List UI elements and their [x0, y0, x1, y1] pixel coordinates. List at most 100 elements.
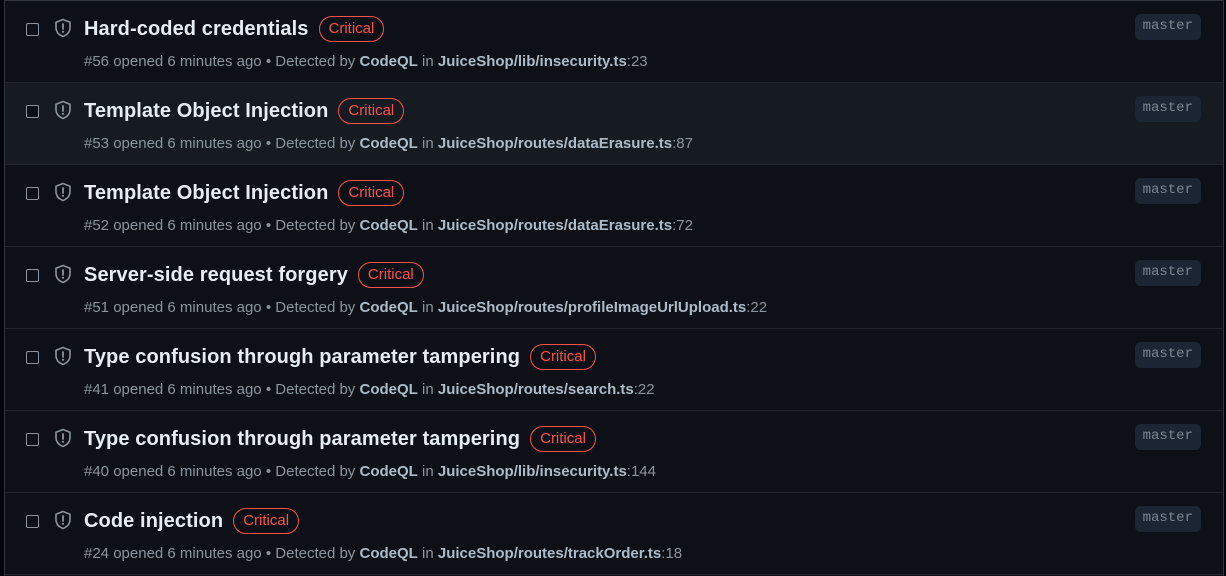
shield-icon [55, 510, 71, 530]
alert-title[interactable]: Server-side request forgery [84, 264, 348, 287]
file-path: JuiceShop/routes/dataErasure.ts [437, 135, 673, 152]
shield-icon [55, 182, 71, 202]
alert-row[interactable]: Type confusion through parameter tamperi… [5, 329, 1223, 411]
file-path-link[interactable]: JuiceShop/lib/insecurity.ts:23 [438, 53, 648, 70]
file-path-link[interactable]: JuiceShop/routes/dataErasure.ts:87 [438, 135, 693, 152]
alert-row[interactable]: Server-side request forgery Critical #51… [5, 247, 1223, 329]
alert-title[interactable]: Type confusion through parameter tamperi… [84, 346, 520, 369]
alert-meta: #56 opened 6 minutes ago • Detected by C… [84, 53, 648, 70]
file-line-number: :22 [746, 299, 768, 316]
alert-number: #53 [84, 135, 110, 152]
branch-label[interactable]: master [1134, 342, 1201, 368]
alert-checkbox[interactable] [26, 105, 39, 118]
alert-row[interactable]: Template Object Injection Critical #53 o… [5, 83, 1223, 165]
detected-by-label: Detected by [275, 299, 356, 316]
alert-meta: #41 opened 6 minutes ago • Detected by C… [84, 381, 655, 398]
alert-title-line: Template Object Injection Critical [84, 180, 405, 206]
tool-name[interactable]: CodeQL [359, 299, 417, 316]
alert-number: #56 [84, 53, 110, 70]
branch-label[interactable]: master [1134, 260, 1201, 286]
file-path: JuiceShop/routes/dataErasure.ts [437, 217, 673, 234]
file-path: JuiceShop/routes/trackOrder.ts [437, 545, 662, 562]
file-line-number: :144 [626, 463, 656, 480]
alert-opened: opened 6 minutes ago [113, 217, 262, 234]
meta-separator: • [265, 299, 272, 316]
alert-number: #51 [84, 299, 110, 316]
in-label: in [422, 299, 434, 316]
alert-checkbox[interactable] [26, 269, 39, 282]
alert-meta: #51 opened 6 minutes ago • Detected by C… [84, 299, 767, 316]
alert-number: #41 [84, 381, 110, 398]
alert-row[interactable]: Type confusion through parameter tamperi… [5, 411, 1223, 493]
severity-badge: Critical [233, 508, 300, 534]
alert-checkbox[interactable] [26, 23, 39, 36]
branch-label[interactable]: master [1134, 178, 1201, 204]
detected-by-label: Detected by [275, 463, 356, 480]
tool-name[interactable]: CodeQL [359, 381, 417, 398]
in-label: in [422, 217, 434, 234]
severity-badge: Critical [357, 262, 424, 288]
file-path: JuiceShop/routes/profileImageUrlUpload.t… [437, 299, 747, 316]
alert-row[interactable]: Hard-coded credentials Critical #56 open… [5, 1, 1223, 83]
alert-title[interactable]: Template Object Injection [84, 182, 328, 205]
alert-number: #40 [84, 463, 110, 480]
alert-title[interactable]: Code injection [84, 510, 223, 533]
file-line-number: :72 [672, 217, 693, 234]
alert-list: Hard-coded credentials Critical #56 open… [4, 0, 1224, 576]
detected-by-label: Detected by [275, 217, 356, 234]
detected-by-label: Detected by [275, 135, 356, 152]
alert-number: #52 [84, 217, 110, 234]
in-label: in [422, 381, 434, 398]
tool-name[interactable]: CodeQL [359, 135, 417, 152]
detected-by-label: Detected by [275, 381, 356, 398]
file-path-link[interactable]: JuiceShop/routes/search.ts:22 [438, 381, 655, 398]
alert-meta: #24 opened 6 minutes ago • Detected by C… [84, 545, 682, 562]
file-path-link[interactable]: JuiceShop/routes/trackOrder.ts:18 [438, 545, 682, 562]
alert-title-line: Code injection Critical [84, 508, 300, 534]
file-path: JuiceShop/lib/insecurity.ts [437, 463, 627, 480]
alert-row[interactable]: Code injection Critical #24 opened 6 min… [5, 493, 1223, 575]
file-path-link[interactable]: JuiceShop/lib/insecurity.ts:144 [438, 463, 656, 480]
alert-title[interactable]: Hard-coded credentials [84, 18, 309, 41]
tool-name[interactable]: CodeQL [359, 545, 417, 562]
shield-icon [55, 18, 71, 38]
alert-row[interactable]: Template Object Injection Critical #52 o… [5, 165, 1223, 247]
alert-title[interactable]: Type confusion through parameter tamperi… [84, 428, 520, 451]
alert-checkbox[interactable] [26, 433, 39, 446]
file-line-number: :22 [633, 381, 655, 398]
file-path-link[interactable]: JuiceShop/routes/profileImageUrlUpload.t… [438, 299, 767, 316]
alert-opened: opened 6 minutes ago [113, 299, 262, 316]
alert-title[interactable]: Template Object Injection [84, 100, 328, 123]
alert-title-line: Hard-coded credentials Critical [84, 16, 385, 42]
severity-badge: Critical [530, 344, 596, 370]
alert-meta: #53 opened 6 minutes ago • Detected by C… [84, 135, 693, 152]
meta-separator: • [265, 135, 272, 152]
file-path: JuiceShop/lib/insecurity.ts [437, 53, 627, 70]
alert-title-line: Type confusion through parameter tamperi… [84, 426, 596, 452]
file-line-number: :18 [661, 545, 683, 562]
severity-badge: Critical [318, 16, 385, 42]
alert-meta: #40 opened 6 minutes ago • Detected by C… [84, 463, 656, 480]
alert-checkbox[interactable] [26, 515, 39, 528]
alert-checkbox[interactable] [26, 187, 39, 200]
alert-title-line: Template Object Injection Critical [84, 98, 405, 124]
branch-label[interactable]: master [1134, 506, 1201, 532]
file-path-link[interactable]: JuiceShop/routes/dataErasure.ts:72 [438, 217, 693, 234]
alert-checkbox[interactable] [26, 351, 39, 364]
shield-icon [55, 264, 71, 284]
meta-separator: • [265, 217, 272, 234]
alert-opened: opened 6 minutes ago [113, 53, 262, 70]
file-path: JuiceShop/routes/search.ts [437, 381, 634, 398]
tool-name[interactable]: CodeQL [359, 53, 417, 70]
branch-label[interactable]: master [1134, 14, 1201, 40]
branch-label[interactable]: master [1134, 424, 1201, 450]
detected-by-label: Detected by [275, 53, 356, 70]
tool-name[interactable]: CodeQL [359, 217, 417, 234]
alert-meta: #52 opened 6 minutes ago • Detected by C… [84, 217, 693, 234]
alert-title-line: Server-side request forgery Critical [84, 262, 424, 288]
detected-by-label: Detected by [275, 545, 356, 562]
meta-separator: • [265, 463, 272, 480]
branch-label[interactable]: master [1134, 96, 1201, 122]
tool-name[interactable]: CodeQL [359, 463, 417, 480]
shield-icon [55, 100, 71, 120]
